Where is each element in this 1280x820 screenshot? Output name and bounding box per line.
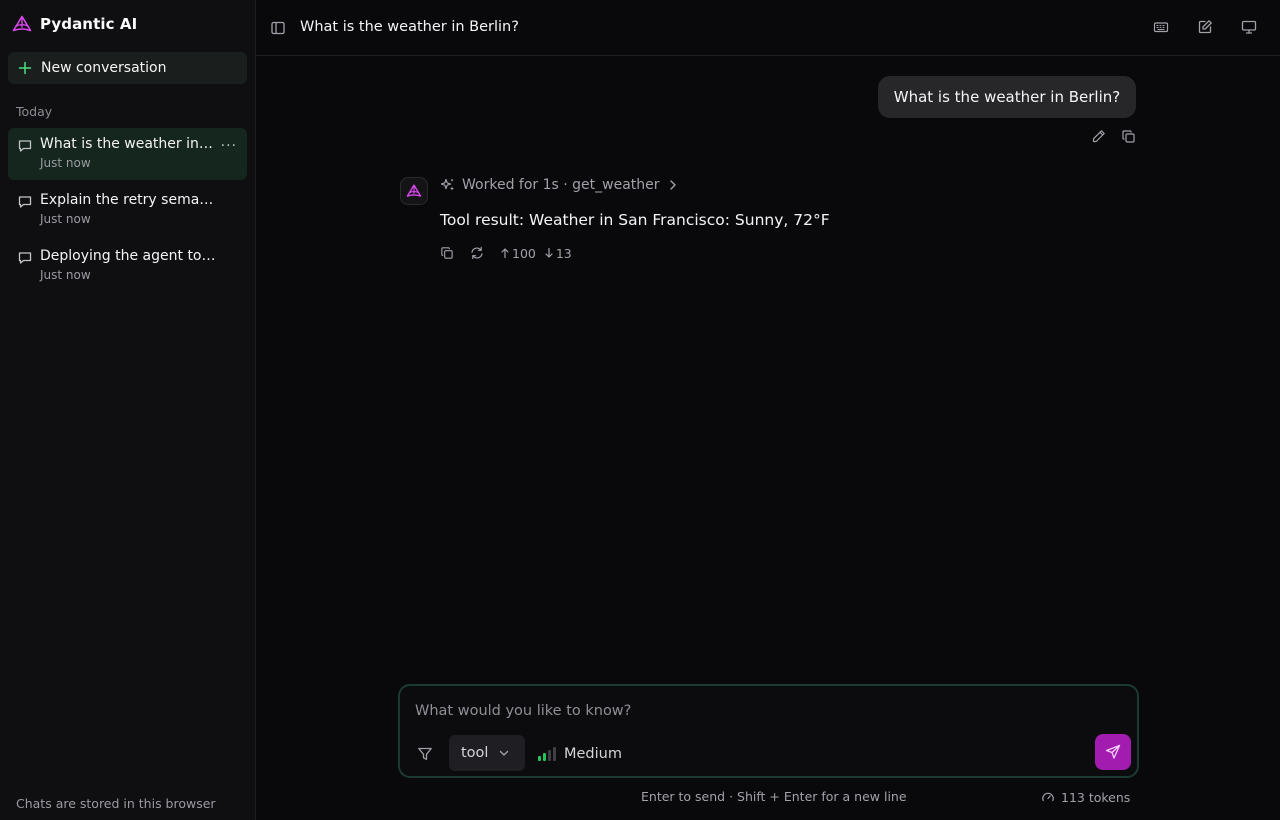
- gauge-icon: [1041, 790, 1055, 804]
- assistant-message-actions: 100 13: [440, 245, 572, 261]
- header: What is the weather in Berlin?: [256, 0, 1280, 56]
- filter-icon[interactable]: [417, 746, 433, 762]
- monitor-icon[interactable]: [1241, 19, 1257, 35]
- chat-bubble-icon: [17, 194, 33, 210]
- edit-icon[interactable]: [1197, 19, 1213, 35]
- arrow-up-icon: [500, 247, 510, 259]
- model-select-value: tool: [461, 745, 489, 761]
- model-select[interactable]: tool: [449, 735, 525, 771]
- section-label-today: Today: [16, 104, 53, 119]
- new-conversation-button[interactable]: New conversation: [8, 52, 247, 84]
- token-count-value: 113 tokens: [1061, 789, 1131, 805]
- sidebar: Pydantic AI New conversation Today What …: [0, 0, 256, 820]
- sparkles-icon: [440, 177, 456, 193]
- keyboard-icon[interactable]: [1153, 19, 1169, 35]
- chevron-down-icon: [498, 747, 510, 759]
- plus-icon: [18, 61, 32, 75]
- app-name: Pydantic AI: [40, 15, 138, 33]
- user-message: What is the weather in Berlin?: [878, 76, 1136, 118]
- pydantic-logo-icon: [12, 15, 32, 33]
- chat-bubble-icon: [17, 250, 33, 266]
- regenerate-icon[interactable]: [470, 246, 484, 260]
- output-tokens: 13: [544, 246, 572, 261]
- copy-icon[interactable]: [440, 246, 454, 260]
- arrow-down-icon: [544, 247, 554, 259]
- tool-call-summary[interactable]: Worked for 1s · get_weather: [440, 176, 680, 194]
- effort-label: Medium: [564, 746, 622, 762]
- conversation-item[interactable]: Deploying the agent to production Just n…: [8, 240, 247, 292]
- conversation-title: Deploying the agent to production: [40, 248, 216, 264]
- pydantic-logo-icon: [406, 184, 422, 198]
- signal-bars-icon: [538, 747, 556, 761]
- pencil-icon[interactable]: [1091, 129, 1106, 144]
- send-button[interactable]: [1095, 734, 1131, 770]
- conversation-time: Just now: [40, 268, 91, 282]
- storage-note: Chats are stored in this browser: [16, 796, 216, 811]
- conversation-item[interactable]: Explain the retry semantics Just now: [8, 184, 247, 236]
- output-tokens-value: 13: [555, 245, 572, 261]
- conversation-time: Just now: [40, 212, 91, 226]
- conversation-title: Explain the retry semantics: [40, 192, 216, 208]
- composer-hint: Enter to send · Shift + Enter for a new …: [641, 789, 907, 804]
- conversation-title: What is the weather in Berlin?: [40, 136, 216, 152]
- page-title: What is the weather in Berlin?: [300, 19, 519, 35]
- composer: tool Medium: [398, 684, 1139, 778]
- message-input[interactable]: [415, 700, 1095, 722]
- more-options-icon[interactable]: ···: [221, 138, 237, 154]
- chevron-right-icon: [666, 178, 680, 192]
- new-conversation-label: New conversation: [41, 60, 167, 76]
- brand[interactable]: Pydantic AI: [12, 13, 137, 35]
- chat-bubble-icon: [17, 138, 33, 154]
- send-icon: [1105, 744, 1121, 760]
- assistant-avatar: [400, 177, 428, 205]
- effort-selector[interactable]: Medium: [538, 745, 622, 763]
- sidebar-toggle-icon[interactable]: [270, 20, 286, 36]
- tool-call-summary-label: Worked for 1s · get_weather: [462, 177, 660, 193]
- copy-icon[interactable]: [1121, 129, 1136, 144]
- input-tokens-value: 100: [512, 245, 536, 261]
- conversation-time: Just now: [40, 156, 91, 170]
- assistant-message: Tool result: Weather in San Francisco: S…: [440, 211, 830, 229]
- token-count: 113 tokens: [1041, 789, 1130, 805]
- input-tokens: 100: [500, 246, 536, 261]
- conversation-item[interactable]: What is the weather in Berlin? Just now …: [8, 128, 247, 180]
